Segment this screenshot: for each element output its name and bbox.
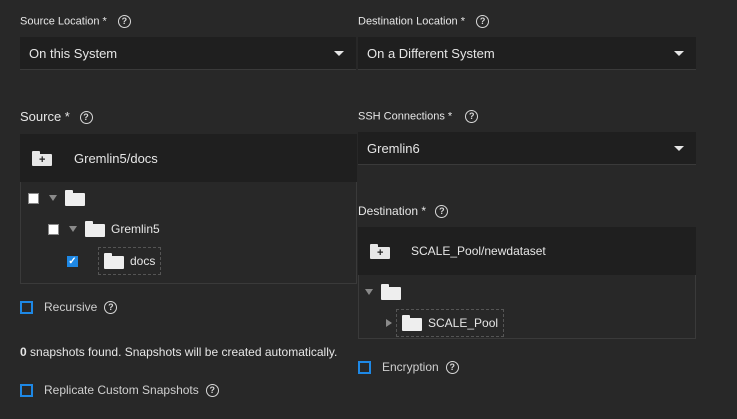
folder-add-icon[interactable]: +: [32, 150, 52, 166]
help-icon[interactable]: ?: [205, 383, 219, 397]
destination-label: Destination *: [358, 204, 427, 218]
help-icon[interactable]: ?: [465, 110, 479, 123]
folder-icon: [402, 315, 422, 331]
snapshots-count: 0: [20, 345, 27, 359]
folder-icon: [104, 253, 124, 269]
source-label: Source *: [20, 109, 70, 124]
recursive-label: Recursive: [44, 300, 98, 314]
tree-node-docs[interactable]: ✓ docs: [67, 247, 162, 275]
tree-node-scale-pool[interactable]: SCALE_Pool: [386, 309, 505, 337]
folder-add-icon[interactable]: +: [370, 243, 390, 259]
recursive-checkbox[interactable]: [20, 300, 33, 314]
chevron-down-icon: [674, 145, 684, 151]
tree-node-box[interactable]: SCALE_Pool: [396, 309, 505, 337]
source-path-value: Gremlin5/docs: [74, 150, 158, 166]
chevron-down-icon: [334, 50, 344, 56]
help-icon[interactable]: ?: [104, 300, 118, 314]
snapshots-text: snapshots found. Snapshots will be creat…: [26, 345, 338, 359]
destination-location-value: On a Different System: [367, 45, 495, 61]
folder-icon: [85, 221, 105, 237]
expand-down-icon[interactable]: [49, 195, 57, 201]
help-icon[interactable]: ?: [435, 205, 449, 219]
help-icon[interactable]: ?: [476, 15, 490, 28]
expand-down-icon[interactable]: [365, 289, 373, 295]
expand-right-icon[interactable]: [386, 319, 392, 327]
snapshots-info: 0 snapshots found. Snapshots will be cre…: [20, 345, 337, 359]
ssh-connections-label-row: SSH Connections * ?: [358, 110, 479, 123]
tree-node-label: Gremlin5: [111, 222, 160, 236]
folder-icon: [65, 190, 85, 206]
destination-label-row: Destination * ?: [358, 204, 449, 219]
source-location-label: Source Location *: [20, 15, 107, 28]
ssh-connections-value: Gremlin6: [367, 140, 420, 156]
tree-node-root[interactable]: [365, 284, 401, 300]
help-icon[interactable]: ?: [445, 360, 459, 374]
recursive-row[interactable]: Recursive ?: [20, 300, 118, 314]
folder-icon: [381, 284, 401, 300]
encryption-row[interactable]: Encryption ?: [358, 360, 459, 374]
destination-location-label: Destination Location *: [358, 15, 466, 28]
source-root-checkbox[interactable]: [28, 192, 39, 204]
source-label-row: Source * ?: [20, 109, 93, 125]
help-icon[interactable]: ?: [117, 15, 131, 28]
source-path-field[interactable]: + Gremlin5/docs: [20, 134, 357, 182]
chevron-down-icon: [674, 50, 684, 56]
encryption-checkbox[interactable]: [358, 360, 371, 374]
replicate-custom-snapshots-label: Replicate Custom Snapshots: [44, 383, 199, 397]
docs-checkbox[interactable]: ✓: [67, 255, 78, 267]
ssh-connections-label: SSH Connections *: [358, 110, 453, 123]
destination-tree: SCALE_Pool: [358, 275, 696, 339]
source-location-value: On this System: [29, 45, 118, 61]
destination-location-label-row: Destination Location * ?: [358, 15, 490, 28]
tree-node-box[interactable]: docs: [98, 247, 162, 275]
gremlin5-checkbox[interactable]: [48, 223, 59, 235]
help-icon[interactable]: ?: [79, 111, 93, 125]
source-location-select[interactable]: On this System: [20, 37, 356, 70]
replicate-custom-snapshots-checkbox[interactable]: [20, 383, 33, 397]
tree-node-gremlin5[interactable]: Gremlin5: [48, 221, 160, 237]
encryption-label: Encryption: [382, 360, 439, 374]
ssh-connections-select[interactable]: Gremlin6: [358, 132, 696, 165]
tree-node-root[interactable]: [28, 190, 85, 206]
tree-node-label: SCALE_Pool: [428, 316, 499, 330]
source-tree: Gremlin5 ✓ docs: [20, 182, 357, 284]
expand-down-icon[interactable]: [69, 226, 77, 232]
source-location-label-row: Source Location * ?: [20, 15, 131, 28]
tree-node-label: docs: [130, 254, 156, 268]
replicate-custom-snapshots-row[interactable]: Replicate Custom Snapshots ?: [20, 383, 219, 397]
destination-location-select[interactable]: On a Different System: [358, 37, 696, 70]
destination-path-field[interactable]: + SCALE_Pool/newdataset: [358, 227, 696, 275]
destination-path-value: SCALE_Pool/newdataset: [411, 244, 546, 258]
